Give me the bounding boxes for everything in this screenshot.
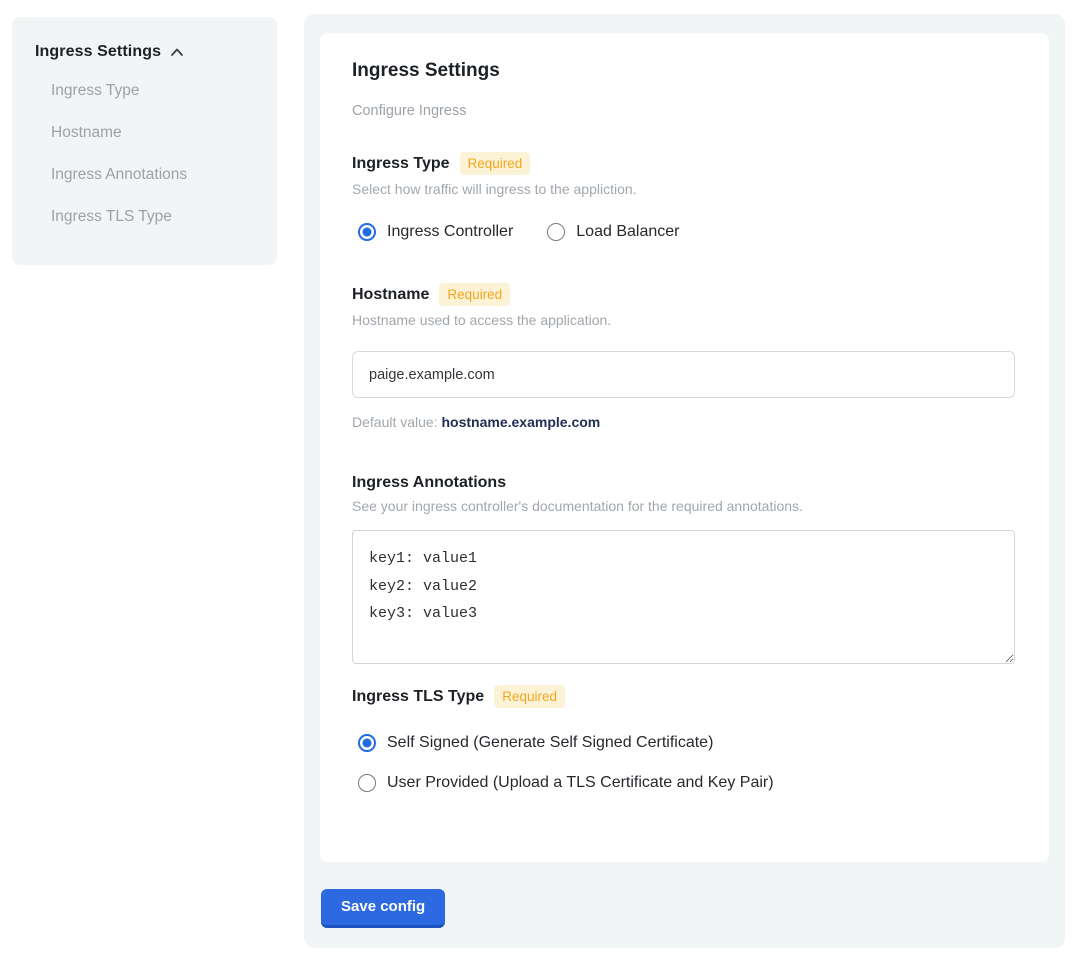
radio-label: Self Signed (Generate Self Signed Certif… (387, 734, 713, 752)
radio-self-signed[interactable]: Self Signed (Generate Self Signed Certif… (358, 734, 1017, 752)
hostname-default-line: Default value: hostname.example.com (352, 414, 1017, 430)
hostname-label: Hostname (352, 286, 429, 304)
hostname-input[interactable] (352, 351, 1015, 398)
sidebar-items: Ingress Type Hostname Ingress Annotation… (35, 70, 277, 238)
page-subtitle: Configure Ingress (352, 103, 1017, 119)
ingress-tls-type-field: Ingress TLS Type Required Self Signed (G… (352, 685, 1017, 792)
default-value-text: hostname.example.com (442, 414, 601, 430)
radio-unselected-icon (547, 223, 565, 241)
radio-ingress-controller[interactable]: Ingress Controller (358, 223, 513, 241)
required-badge: Required (439, 283, 510, 306)
radio-label: Load Balancer (576, 223, 679, 241)
page-title: Ingress Settings (352, 60, 1017, 82)
ingress-tls-type-radio-group: Self Signed (Generate Self Signed Certif… (358, 734, 1017, 792)
radio-unselected-icon (358, 774, 376, 792)
hostname-description: Hostname used to access the application. (352, 312, 1017, 328)
radio-label: User Provided (Upload a TLS Certificate … (387, 774, 774, 792)
ingress-annotations-textarea[interactable]: key1: value1 key2: value2 key3: value3 (352, 530, 1015, 664)
save-config-button[interactable]: Save config (321, 889, 445, 928)
radio-selected-icon (358, 734, 376, 752)
radio-selected-icon (358, 223, 376, 241)
sidebar-group-title: Ingress Settings (35, 43, 161, 61)
ingress-tls-type-label: Ingress TLS Type (352, 688, 484, 706)
radio-label: Ingress Controller (387, 223, 513, 241)
ingress-type-field: Ingress Type Required Select how traffic… (352, 152, 1017, 241)
radio-load-balancer[interactable]: Load Balancer (547, 223, 679, 241)
required-badge: Required (460, 152, 531, 175)
settings-panel: Ingress Settings Configure Ingress Ingre… (304, 14, 1065, 948)
ingress-type-radio-group: Ingress Controller Load Balancer (358, 223, 1017, 241)
sidebar-group-ingress-settings[interactable]: Ingress Settings (35, 43, 277, 61)
ingress-annotations-field: Ingress Annotations See your ingress con… (352, 474, 1017, 664)
sidebar-item-ingress-tls-type[interactable]: Ingress TLS Type (35, 196, 277, 238)
ingress-annotations-label: Ingress Annotations (352, 474, 506, 492)
ingress-type-label: Ingress Type (352, 155, 450, 173)
chevron-up-icon (169, 45, 185, 61)
default-value-label: Default value: (352, 414, 438, 430)
required-badge: Required (494, 685, 565, 708)
sidebar-item-hostname[interactable]: Hostname (35, 112, 277, 154)
hostname-field: Hostname Required Hostname used to acces… (352, 283, 1017, 430)
ingress-annotations-description: See your ingress controller's documentat… (352, 498, 1017, 514)
sidebar-item-ingress-type[interactable]: Ingress Type (35, 70, 277, 112)
sidebar-item-ingress-annotations[interactable]: Ingress Annotations (35, 154, 277, 196)
settings-sidebar: Ingress Settings Ingress Type Hostname I… (12, 17, 277, 265)
ingress-type-description: Select how traffic will ingress to the a… (352, 181, 1017, 197)
ingress-settings-card: Ingress Settings Configure Ingress Ingre… (320, 33, 1049, 862)
radio-user-provided[interactable]: User Provided (Upload a TLS Certificate … (358, 774, 1017, 792)
